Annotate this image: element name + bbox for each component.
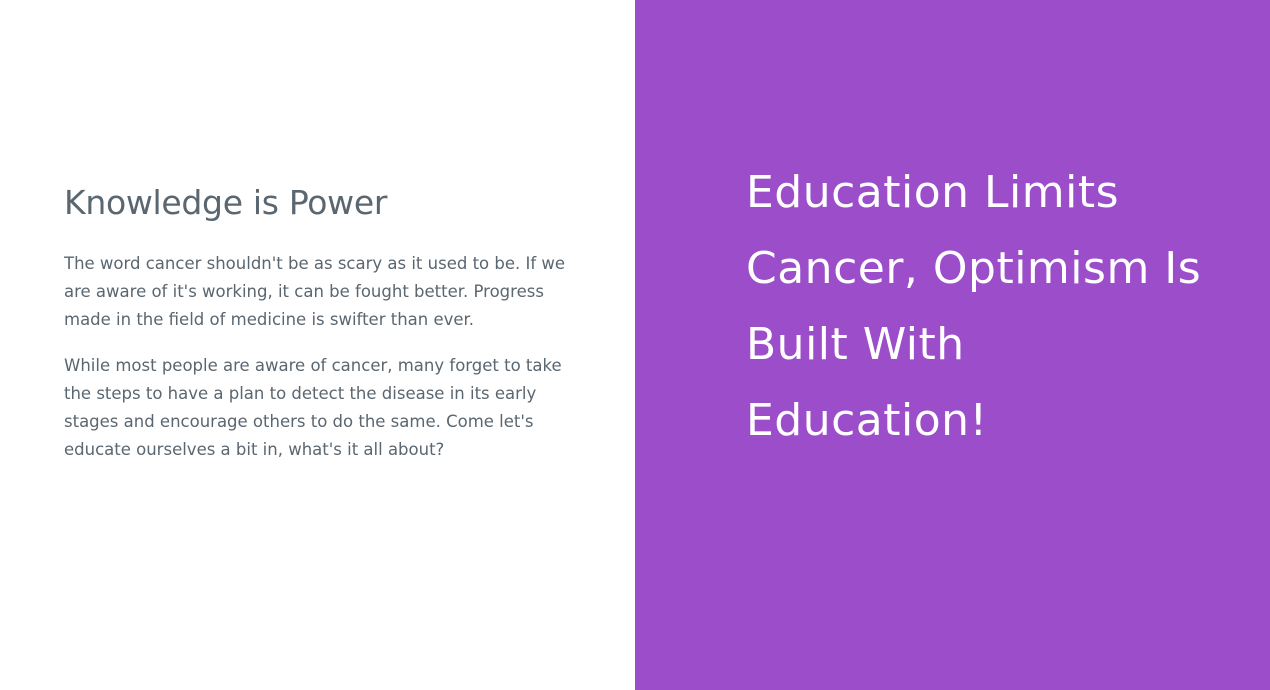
knowledge-section: Knowledge is Power The word cancer shoul… — [0, 0, 635, 690]
intro-paragraph: The word cancer shouldn't be as scary as… — [64, 254, 566, 329]
detail-paragraph: While most people are aware of cancer, m… — [64, 356, 562, 459]
quote-text: Education Limits Cancer, Optimism Is Bui… — [746, 167, 1202, 446]
section-heading: Knowledge is Power — [64, 183, 388, 222]
page: Knowledge is Power The word cancer shoul… — [0, 0, 1270, 690]
quote-banner: Education Limits Cancer, Optimism Is Bui… — [635, 0, 1270, 690]
knowledge-content: Knowledge is Power The word cancer shoul… — [64, 178, 574, 482]
